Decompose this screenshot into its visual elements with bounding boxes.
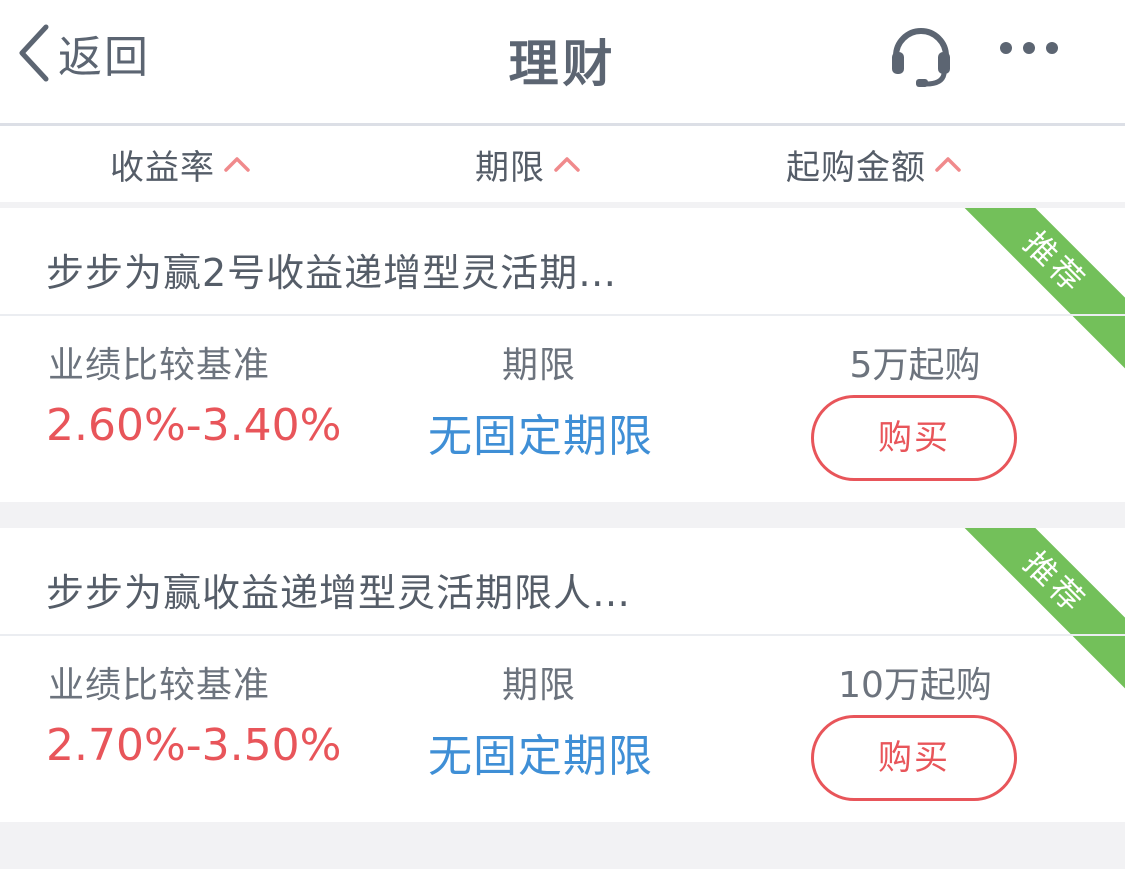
sort-by-term[interactable]: 期限 xyxy=(475,126,581,202)
sort-arrow-up-icon xyxy=(935,157,961,172)
back-label: 返回 xyxy=(58,32,150,83)
rate-value: 2.70%-3.50% xyxy=(46,720,342,771)
card-divider xyxy=(0,314,1125,316)
sort-arrow-up-icon xyxy=(224,157,250,172)
min-amount: 5万起购 xyxy=(849,345,981,386)
term-label: 期限 xyxy=(502,665,577,706)
card-divider xyxy=(0,634,1125,636)
term-value: 无固定期限 xyxy=(428,411,653,462)
rate-value: 2.60%-3.40% xyxy=(46,400,342,451)
sort-label: 起购金额 xyxy=(786,147,926,188)
term-label: 期限 xyxy=(502,345,577,386)
buy-button[interactable]: 购买 xyxy=(811,395,1017,481)
app-screen: 返回 理财 收益率 期限 起购金额 步步为赢2号收益递增型灵活期… 推荐 业绩比… xyxy=(0,0,1125,869)
sort-label: 期限 xyxy=(475,147,545,188)
navigation-bar: 返回 理财 xyxy=(0,0,1125,126)
term-value: 无固定期限 xyxy=(428,731,653,782)
product-title: 步步为赢2号收益递增型灵活期… xyxy=(46,251,618,295)
more-menu-button[interactable] xyxy=(998,28,1060,68)
sort-by-min-amount[interactable]: 起购金额 xyxy=(786,126,962,202)
sort-arrow-up-icon xyxy=(554,157,580,172)
back-button[interactable]: 返回 xyxy=(16,20,150,86)
customer-service-button[interactable] xyxy=(886,18,956,88)
buy-button[interactable]: 购买 xyxy=(811,715,1017,801)
product-card[interactable]: 步步为赢2号收益递增型灵活期… 推荐 业绩比较基准 2.60%-3.40% 期限… xyxy=(0,208,1125,502)
headset-icon xyxy=(892,28,950,87)
product-title: 步步为赢收益递增型灵活期限人… xyxy=(46,571,632,615)
rate-label: 业绩比较基准 xyxy=(48,345,271,386)
rate-label: 业绩比较基准 xyxy=(48,665,271,706)
chevron-left-icon xyxy=(19,24,49,82)
more-dots-icon xyxy=(1000,42,1058,54)
product-card[interactable]: 步步为赢收益递增型灵活期限人… 推荐 业绩比较基准 2.70%-3.50% 期限… xyxy=(0,528,1125,822)
min-amount: 10万起购 xyxy=(838,665,992,706)
sort-label: 收益率 xyxy=(110,147,215,188)
page-title: 理财 xyxy=(508,35,617,93)
sort-by-yield[interactable]: 收益率 xyxy=(110,126,251,202)
sort-bar: 收益率 期限 起购金额 xyxy=(0,126,1125,202)
